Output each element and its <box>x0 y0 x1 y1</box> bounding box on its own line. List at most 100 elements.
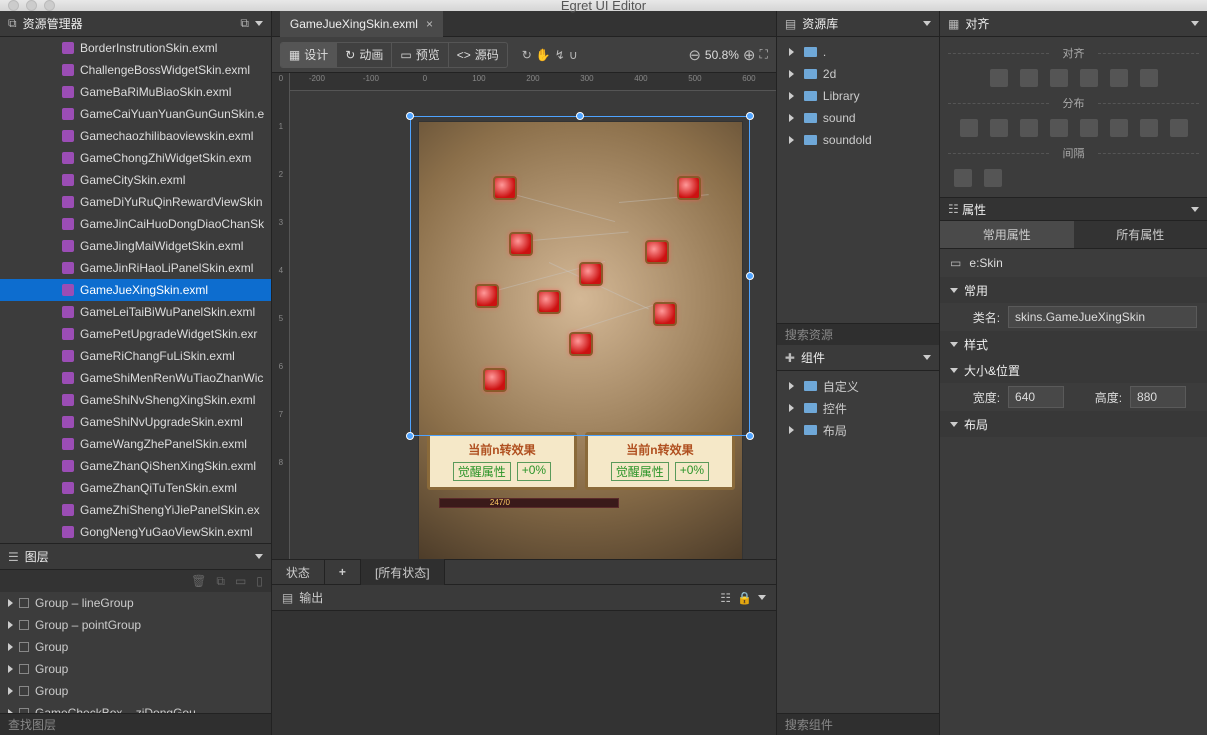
cursor-icon[interactable]: ↯ <box>555 48 565 62</box>
group-icon[interactable]: ▭ <box>235 574 246 588</box>
file-item[interactable]: GameShiNvUpgradeSkin.exml <box>0 411 271 433</box>
resource-folder[interactable]: Library <box>777 85 939 107</box>
file-item[interactable]: ChallengeBossWidgetSkin.exml <box>0 59 271 81</box>
width-input[interactable] <box>1008 386 1064 408</box>
file-item[interactable]: GameZhanQiTuTenSkin.exml <box>0 477 271 499</box>
distribute-button[interactable] <box>1110 119 1128 137</box>
file-item[interactable]: GameLeiTaiBiWuPanelSkin.exml <box>0 301 271 323</box>
layer-item[interactable]: Group <box>0 658 271 680</box>
editor-tab[interactable]: GameJueXingSkin.exml × <box>280 11 443 37</box>
file-item[interactable]: GameJinRiHaoLiPanelSkin.exml <box>0 257 271 279</box>
tab-common-props[interactable]: 常用属性 <box>940 221 1073 248</box>
section-style[interactable]: 样式 <box>940 331 1207 357</box>
section-size[interactable]: 大小&位置 <box>940 357 1207 383</box>
file-item[interactable]: GameShiMenRenWuTiaoZhanWic <box>0 367 271 389</box>
layer-list[interactable]: Group – lineGroupGroup – pointGroupGroup… <box>0 592 271 713</box>
component-folder[interactable]: 控件 <box>777 397 939 419</box>
align-hcenter-button[interactable] <box>1020 69 1038 87</box>
file-item[interactable]: GongNengYuGaoViewSkin.exml <box>0 521 271 543</box>
chevron-down-icon[interactable] <box>923 355 931 360</box>
height-input[interactable] <box>1130 386 1186 408</box>
distribute-button[interactable] <box>1020 119 1038 137</box>
distribute-button[interactable] <box>960 119 978 137</box>
state-all[interactable]: [所有状态] <box>361 559 445 585</box>
section-layout[interactable]: 布局 <box>940 411 1207 437</box>
collapse-icon[interactable]: ⧉ <box>240 16 249 31</box>
file-item[interactable]: GameCaiYuanYuanGunGunSkin.e <box>0 103 271 125</box>
anim-mode-button[interactable]: ↻动画 <box>337 43 392 67</box>
ungroup-icon[interactable]: ▯ <box>256 574 263 588</box>
resource-folder[interactable]: 2d <box>777 63 939 85</box>
refresh-icon[interactable]: ↻ <box>522 48 532 62</box>
zoom-in-icon[interactable]: ⊕ <box>743 46 756 64</box>
distribute-button[interactable] <box>1050 119 1068 137</box>
canvas[interactable]: 当前n转效果 觉醒属性 +0% 当前n转效果 觉醒属性 +0% <box>290 91 776 559</box>
resource-folder[interactable]: sound <box>777 107 939 129</box>
layer-item[interactable]: Group <box>0 680 271 702</box>
filter-icon[interactable]: ☷ <box>720 591 731 605</box>
effect-box-left[interactable]: 当前n转效果 觉醒属性 +0% <box>427 432 577 490</box>
layer-item[interactable]: Group – pointGroup <box>0 614 271 636</box>
section-common[interactable]: 常用 <box>940 277 1207 303</box>
layer-search[interactable]: 查找图层 <box>0 713 271 735</box>
file-item[interactable]: GameJinCaiHuoDongDiaoChanSk <box>0 213 271 235</box>
gap-h-button[interactable] <box>954 169 972 187</box>
file-tree[interactable]: BorderInstrutionSkin.exmlChallengeBossWi… <box>0 37 271 543</box>
magnet-icon[interactable]: ∪ <box>569 48 578 62</box>
source-mode-button[interactable]: <>源码 <box>449 43 507 67</box>
chevron-down-icon[interactable] <box>255 554 263 559</box>
progress-bar[interactable]: 247/0 <box>439 498 619 508</box>
file-item[interactable]: GameZhiShengYiJiePanelSkin.ex <box>0 499 271 521</box>
zoom-level[interactable]: 50.8% <box>705 48 739 62</box>
chevron-down-icon[interactable] <box>255 21 263 26</box>
resource-tree[interactable]: .2dLibrarysoundsoundold <box>777 37 939 323</box>
selection-outline[interactable] <box>410 116 750 436</box>
resource-folder[interactable]: . <box>777 41 939 63</box>
component-folder[interactable]: 自定义 <box>777 375 939 397</box>
component-search[interactable]: 搜索组件 <box>777 713 939 735</box>
chevron-down-icon[interactable] <box>758 595 766 600</box>
file-item[interactable]: GameCitySkin.exml <box>0 169 271 191</box>
trash-icon[interactable]: 🗑 <box>191 574 206 588</box>
add-state-button[interactable]: + <box>325 559 361 585</box>
align-left-button[interactable] <box>990 69 1008 87</box>
classname-input[interactable] <box>1008 306 1197 328</box>
file-item[interactable]: GameRiChangFuLiSkin.exml <box>0 345 271 367</box>
file-item[interactable]: BorderInstrutionSkin.exml <box>0 37 271 59</box>
close-icon[interactable]: × <box>426 17 433 31</box>
zoom-out-icon[interactable]: ⊖ <box>688 46 701 64</box>
resource-folder[interactable]: soundold <box>777 129 939 151</box>
file-item[interactable]: Gamechaozhilibaoviewskin.exml <box>0 125 271 147</box>
layer-item[interactable]: GameCheckBox – ziDongGou <box>0 702 271 713</box>
align-right-button[interactable] <box>1050 69 1068 87</box>
copy-icon[interactable]: ⧉ <box>216 574 225 589</box>
tab-all-props[interactable]: 所有属性 <box>1074 221 1207 248</box>
file-item[interactable]: GameJueXingSkin.exml <box>0 279 271 301</box>
design-mode-button[interactable]: ▦设计 <box>281 43 337 67</box>
hand-icon[interactable]: ✋ <box>536 48 551 62</box>
file-item[interactable]: GameChongZhiWidgetSkin.exm <box>0 147 271 169</box>
file-item[interactable]: GameZhanQiShenXingSkin.exml <box>0 455 271 477</box>
distribute-button[interactable] <box>1170 119 1188 137</box>
layer-item[interactable]: Group <box>0 636 271 658</box>
canvas-area[interactable]: 012345678 -200-1000100200300400500600 <box>272 73 776 559</box>
component-tree[interactable]: 自定义控件布局 <box>777 371 939 713</box>
component-folder[interactable]: 布局 <box>777 419 939 441</box>
align-vcenter-button[interactable] <box>1110 69 1128 87</box>
file-item[interactable]: GameWangZhePanelSkin.exml <box>0 433 271 455</box>
file-item[interactable]: GamePetUpgradeWidgetSkin.exr <box>0 323 271 345</box>
preview-mode-button[interactable]: ▭预览 <box>392 43 448 67</box>
file-item[interactable]: GameBaRiMuBiaoSkin.exml <box>0 81 271 103</box>
chevron-down-icon[interactable] <box>1191 21 1199 26</box>
lock-icon[interactable]: 🔒 <box>737 591 752 605</box>
file-item[interactable]: GameDiYuRuQinRewardViewSkin <box>0 191 271 213</box>
file-item[interactable]: GameShiNvShengXingSkin.exml <box>0 389 271 411</box>
distribute-button[interactable] <box>1080 119 1098 137</box>
resource-search[interactable]: 搜索资源 <box>777 323 939 345</box>
layer-item[interactable]: Group – lineGroup <box>0 592 271 614</box>
chevron-down-icon[interactable] <box>923 21 931 26</box>
output-body[interactable] <box>272 611 776 735</box>
gap-v-button[interactable] <box>984 169 1002 187</box>
align-top-button[interactable] <box>1080 69 1098 87</box>
distribute-button[interactable] <box>990 119 1008 137</box>
